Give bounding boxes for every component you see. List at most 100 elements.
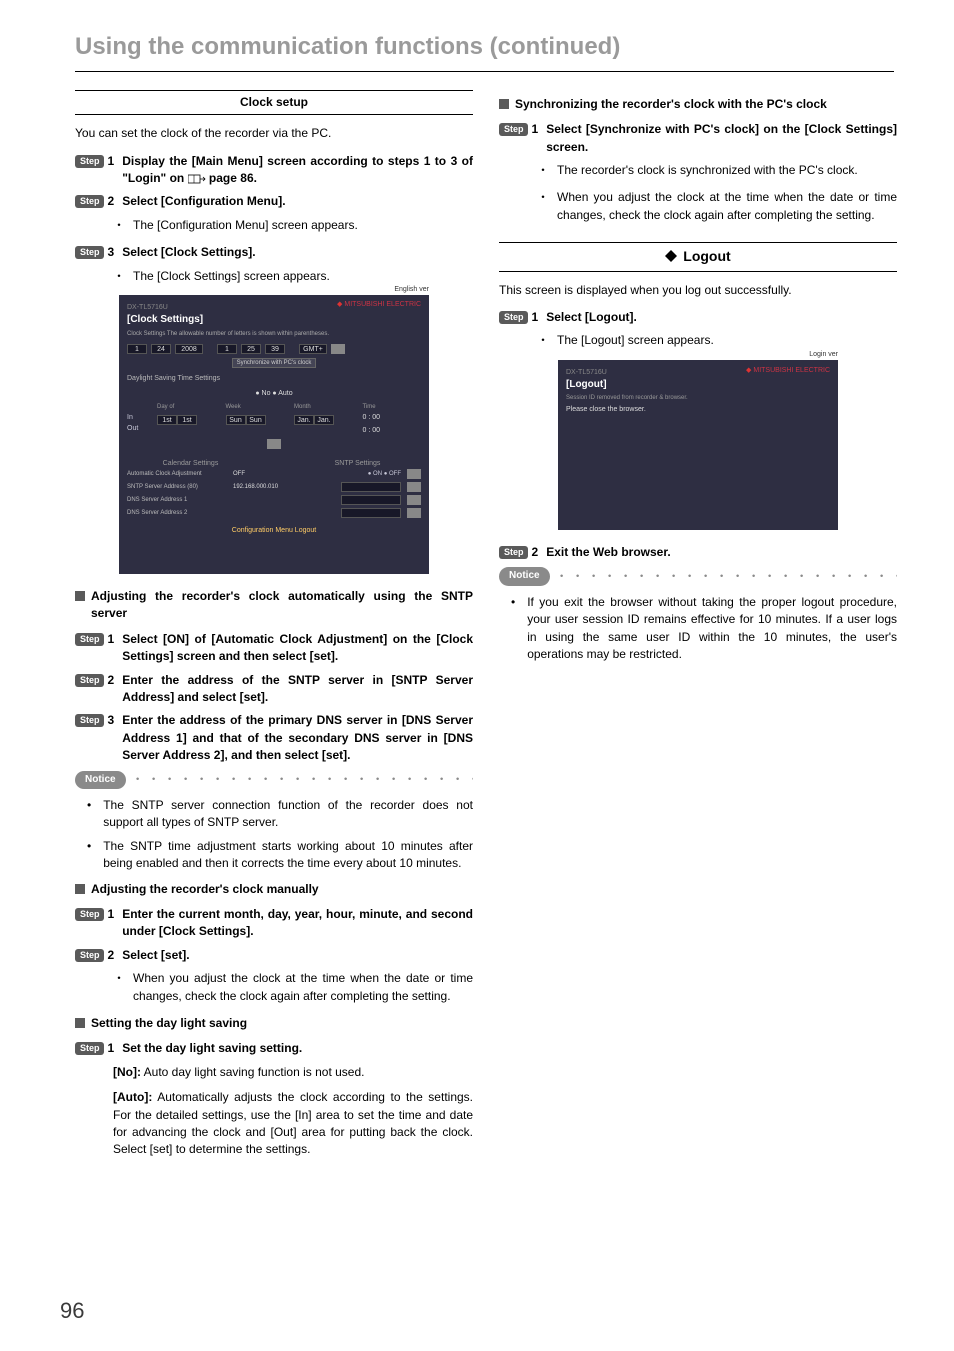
sntp-addr-field[interactable] (341, 482, 401, 492)
step-text: Set the day light saving setting. (122, 1040, 302, 1057)
notice-dots: ・・・・・・・・・・・・・・・・・・・・・・・・・・・・・・ (132, 771, 473, 788)
hour-field[interactable]: 1 (217, 344, 237, 354)
mitsubishi-logo: ◆ MITSUBISHI ELECTRIC (746, 366, 830, 376)
dst-table: InOut Day of1st1st WeekSunSun MonthJan.J… (127, 403, 421, 436)
dns1-field[interactable] (341, 495, 401, 505)
out-month[interactable]: Jan. (314, 415, 334, 425)
shot-title: [Logout] (566, 378, 830, 393)
step-badge: Step (75, 949, 104, 962)
bullet-dot: • (511, 594, 515, 664)
heading-dst: Setting the day light saving (91, 1015, 247, 1032)
bullet-dot: • (87, 838, 91, 873)
page-number: 96 (60, 1295, 84, 1327)
step-badge: Step (499, 311, 528, 324)
mitsubishi-logo: ◆ MITSUBISHI ELECTRIC (337, 301, 421, 308)
dst-auto-label: [Auto]: (113, 1090, 152, 1104)
step-number: 2 (532, 544, 539, 561)
col-month: Month (294, 403, 353, 412)
row-out-label: Out (127, 424, 147, 434)
set-button[interactable] (331, 344, 345, 354)
clock-fields-row: 1 24 2008 1 25 39 GMT+ (127, 344, 421, 354)
section-title-clock-setup: Clock setup (75, 90, 473, 115)
square-marker-icon (75, 1018, 85, 1028)
col-time: Time (363, 403, 422, 412)
col-dayof: Day of (157, 403, 216, 412)
shot-english: English ver (394, 285, 429, 295)
col-week: Week (226, 403, 285, 412)
diamond-icon (665, 250, 677, 262)
step-number: 1 (108, 153, 115, 170)
step-badge: Step (499, 123, 528, 136)
tz-field[interactable]: GMT+ (299, 344, 327, 354)
out-week[interactable]: Sun (246, 415, 266, 425)
sub-text: The [Logout] screen appears. (557, 332, 897, 349)
year-field[interactable]: 2008 (175, 344, 203, 354)
out-dayof[interactable]: 1st (177, 415, 197, 425)
min-field[interactable]: 25 (241, 344, 261, 354)
sub-text: The [Configuration Menu] screen appears. (133, 217, 473, 234)
step-number: 1 (532, 121, 539, 138)
step-number: 2 (108, 672, 115, 689)
in-time[interactable]: 0 : 00 (363, 413, 422, 423)
dns2-field[interactable] (341, 508, 401, 518)
brand-text: MITSUBISHI ELECTRIC (344, 301, 421, 308)
bullet-dot: • (87, 797, 91, 832)
step-badge: Step (75, 195, 104, 208)
in-month[interactable]: Jan. (294, 415, 314, 425)
intro-text: You can set the clock of the recorder vi… (75, 125, 473, 142)
chapter-title: Using the communication functions (conti… (75, 30, 894, 72)
in-dayof[interactable]: 1st (157, 415, 177, 425)
shot-footer-links[interactable]: Configuration Menu Logout (127, 526, 421, 536)
step-badge: Step (75, 674, 104, 687)
in-week[interactable]: Sun (226, 415, 246, 425)
set-button[interactable] (407, 495, 421, 505)
clock-settings-screenshot: English ver DX-TL5716U ◆ MITSUBISHI ELEC… (119, 295, 429, 574)
square-marker-icon (499, 99, 509, 109)
step-number: 2 (108, 947, 115, 964)
day-field[interactable]: 24 (151, 344, 171, 354)
sntp-addr-label: SNTP Server Address (80) (127, 483, 227, 492)
sub-text: The [Clock Settings] screen appears. (133, 268, 473, 285)
step1-text: Display the [Main Menu] screen according… (122, 154, 473, 185)
heading-sync: Synchronizing the recorder's clock with … (515, 96, 827, 113)
dst-section-label: Daylight Saving Time Settings (127, 374, 421, 384)
sec-field[interactable]: 39 (265, 344, 285, 354)
step-text: Select [Configuration Menu]. (122, 193, 285, 210)
bullet-dot: ・ (537, 189, 549, 224)
step-text: Enter the address of the SNTP server in … (122, 672, 473, 707)
dns1-label: DNS Server Address 1 (127, 496, 227, 505)
section-title-logout: Logout (499, 242, 897, 272)
dst-set-button[interactable] (267, 439, 281, 449)
month-field[interactable]: 1 (127, 344, 147, 354)
out-time[interactable]: 0 : 00 (363, 426, 422, 436)
notice-item: The SNTP server connection function of t… (103, 797, 473, 832)
shot-english: Login ver (809, 350, 838, 360)
sync-pc-clock-button[interactable]: Synchronize with PC's clock (232, 358, 317, 368)
step-text: Select [set]. (122, 947, 189, 964)
notice-item: The SNTP time adjustment starts working … (103, 838, 473, 873)
auto-adj-value: OFF (233, 470, 362, 479)
set-button[interactable] (407, 508, 421, 518)
bullet-dot: ・ (113, 217, 125, 234)
step-text: Exit the Web browser. (546, 544, 670, 561)
logout-title-text: Logout (683, 246, 730, 266)
set-button[interactable] (407, 469, 421, 479)
step-number: 1 (532, 309, 539, 326)
notice-badge: Notice (75, 771, 126, 790)
dst-auto-text: Automatically adjusts the clock accordin… (113, 1090, 473, 1156)
logout-intro: This screen is displayed when you log ou… (499, 282, 897, 299)
step-badge: Step (75, 633, 104, 646)
set-button[interactable] (407, 482, 421, 492)
dns2-label: DNS Server Address 2 (127, 509, 227, 518)
auto-adj-radio[interactable]: ● ON ● OFF (368, 470, 401, 479)
notice-item: If you exit the browser without taking t… (527, 594, 897, 664)
step-text: Select [Synchronize with PC's clock] on … (546, 121, 897, 156)
step-text: Select [ON] of [Automatic Clock Adjustme… (122, 631, 473, 666)
sub-text: The recorder's clock is synchronized wit… (557, 162, 897, 179)
right-column: Synchronizing the recorder's clock with … (499, 90, 897, 1167)
step1-page-ref: page 86. (209, 171, 257, 185)
dst-radio-group[interactable]: ● No ● Auto (127, 389, 421, 399)
bullet-dot: ・ (537, 162, 549, 179)
bullet-dot: ・ (113, 970, 125, 1005)
step-number: 2 (108, 193, 115, 210)
